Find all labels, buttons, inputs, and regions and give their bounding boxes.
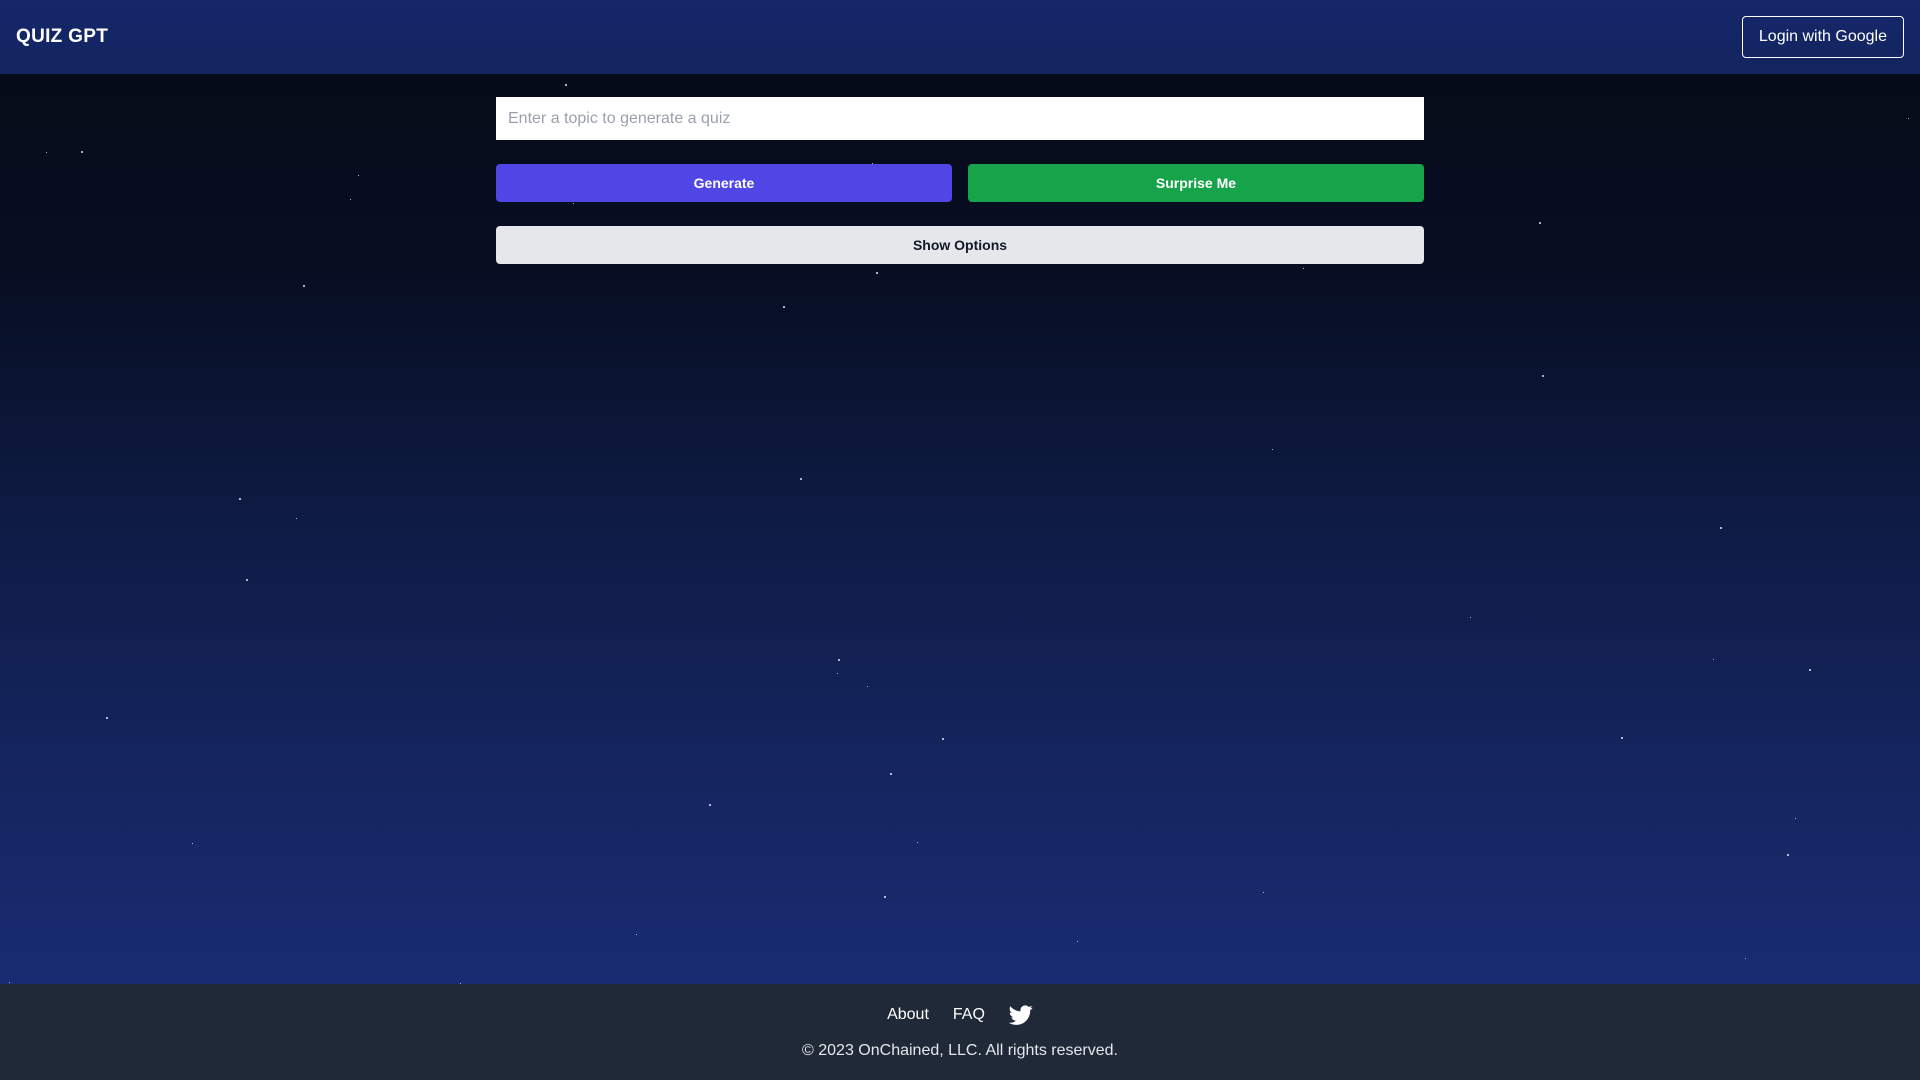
quiz-generator-panel: Generate Surprise Me Show Options [496, 97, 1424, 264]
star-dot [1720, 527, 1722, 529]
star-dot [942, 738, 944, 740]
star-dot [709, 804, 711, 806]
star-dot [565, 84, 567, 86]
star-dot [239, 498, 241, 500]
star-dot [838, 659, 840, 661]
star-dot [192, 843, 193, 844]
star-dot [106, 717, 108, 719]
page-footer: About FAQ © 2023 OnChained, LLC. All rig… [0, 984, 1920, 1080]
faq-link[interactable]: FAQ [953, 1006, 985, 1024]
star-dot [46, 152, 47, 153]
star-dot [890, 773, 892, 775]
star-dot [867, 686, 868, 687]
star-dot [783, 306, 785, 308]
star-dot [917, 842, 918, 843]
star-dot [1809, 669, 1811, 671]
star-dot [1539, 222, 1541, 224]
top-navbar: QUIZ GPT Login with Google [0, 0, 1920, 74]
show-options-button[interactable]: Show Options [496, 226, 1424, 264]
star-dot [350, 199, 351, 200]
star-dot [358, 175, 359, 176]
star-dot [837, 673, 838, 674]
star-dot [1787, 854, 1789, 856]
app-logo-title[interactable]: QUIZ GPT [16, 26, 108, 48]
star-dot [876, 272, 878, 274]
action-buttons-row: Generate Surprise Me [496, 164, 1424, 202]
star-dot [1470, 617, 1471, 618]
star-dot [1908, 118, 1909, 119]
star-dot [1077, 941, 1078, 942]
star-dot [636, 934, 637, 935]
star-dot [800, 478, 802, 480]
surprise-me-button[interactable]: Surprise Me [968, 164, 1424, 202]
topic-input[interactable] [496, 97, 1424, 140]
footer-links: About FAQ [887, 1002, 1033, 1028]
star-dot [1713, 659, 1714, 660]
star-dot [303, 285, 305, 287]
star-dot [1263, 892, 1264, 893]
star-dot [1745, 958, 1746, 959]
login-with-google-button[interactable]: Login with Google [1741, 16, 1904, 58]
star-dot [9, 982, 10, 983]
about-link[interactable]: About [887, 1006, 929, 1024]
star-dot [1795, 818, 1796, 819]
star-dot [1272, 449, 1273, 450]
star-dot [81, 151, 83, 153]
twitter-icon[interactable] [1008, 1003, 1033, 1027]
star-dot [296, 518, 297, 519]
star-dot [884, 896, 886, 898]
star-dot [246, 579, 248, 581]
star-dot [1621, 737, 1623, 739]
generate-button[interactable]: Generate [496, 164, 952, 202]
star-dot [1303, 268, 1304, 269]
star-dot [1542, 375, 1544, 377]
copyright-text: © 2023 OnChained, LLC. All rights reserv… [802, 1042, 1118, 1059]
